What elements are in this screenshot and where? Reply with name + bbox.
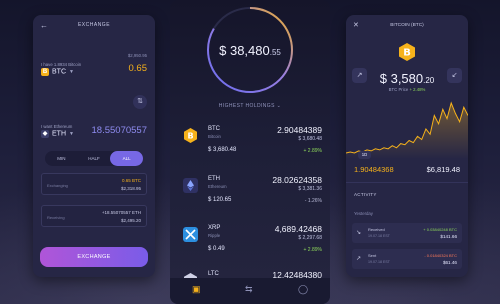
range-1d-button[interactable]: 1D: [358, 151, 371, 159]
holding-symbol: BTC: [208, 126, 220, 132]
exchange-header: ← EXCHANGE: [33, 15, 155, 37]
price-sub-label: BTC Price: [388, 87, 409, 92]
transaction-date: 19.07.18 EST: [368, 260, 390, 264]
option-all[interactable]: ALL: [110, 151, 144, 166]
option-half[interactable]: HALF: [78, 151, 111, 166]
holding-name: Bitcoin: [208, 134, 221, 139]
coin-detail-panel: ✕ BITCOIN (BTC) B ↗ ↙ $ 3,580.20 BTC Pri…: [346, 15, 468, 277]
have-currency-select[interactable]: B BTC ▼ 0.65: [41, 63, 147, 77]
detail-title: BITCOIN (BTC): [390, 23, 424, 28]
option-min[interactable]: MIN: [45, 151, 78, 166]
arrow-out-icon: ↗: [356, 256, 362, 262]
detail-header: ✕ BITCOIN (BTC): [346, 15, 468, 37]
have-row: I have 1.8934 Bitcoin $2,950.95: [41, 53, 147, 67]
have-symbol: BTC: [52, 68, 66, 76]
holdings-section-title: HIGHEST HOLDINGS: [218, 103, 275, 109]
want-symbol: ETH: [52, 130, 66, 138]
profile-icon[interactable]: ◯: [298, 284, 308, 295]
exchange-button[interactable]: EXCHANGE: [40, 247, 148, 267]
holding-symbol: ETH: [208, 176, 220, 182]
total-main: $ 38,480: [219, 43, 270, 58]
svg-text:B: B: [403, 48, 411, 59]
holding-change: - 1.26%: [304, 198, 322, 204]
holding-amount: 2.90484389: [277, 125, 322, 135]
holding-amount: 4,689.42468: [274, 224, 322, 234]
exchanging-label: Exchanging: [47, 183, 68, 188]
swap-icon[interactable]: ⇅: [133, 95, 147, 109]
holding-fiat: $ 3,680.48: [298, 136, 322, 142]
transaction-date: 19.07.18 EST: [368, 234, 390, 238]
receiving-value: +18.55070557 ETH: [101, 210, 141, 215]
transaction-row[interactable]: ↗ Sent 19.07.18 EST - 0.01840324 BTC $61…: [352, 249, 462, 269]
ripple-icon: [183, 227, 198, 242]
holding-row[interactable]: B BTC Bitcoin 2.90484389 $ 3,680.48 $ 3,…: [178, 123, 322, 159]
divider: [346, 182, 468, 183]
chevron-down-icon: ▼: [69, 68, 74, 75]
transaction-crypto: + 0.03840248 BTC: [423, 227, 457, 232]
exchanging-fiat: $2,318.95: [120, 186, 141, 191]
price-sub-change: + 2.48%: [409, 87, 426, 92]
holding-price: $ 3,680.48: [208, 147, 237, 153]
holding-fiat: $6,819.48: [426, 165, 460, 174]
activity-title: ACTIVITY: [354, 192, 377, 197]
holding-change: + 2.89%: [303, 148, 323, 154]
have-amount-input[interactable]: 0.65: [129, 63, 148, 74]
holdings-filter[interactable]: HIGHEST HOLDINGS ⌄: [170, 103, 330, 109]
coin-price: $ 3,580.20: [346, 71, 468, 86]
chevron-down-icon: ▼: [69, 130, 74, 137]
holding-symbol: XRP: [208, 225, 221, 231]
want-currency-select[interactable]: ◆ ETH ▼ 18.55070557: [41, 125, 147, 139]
ethereum-icon: ◆: [41, 129, 49, 138]
transaction-crypto: - 0.01840324 BTC: [424, 253, 457, 258]
price-main: $ 3,580: [379, 71, 424, 86]
price-subtitle: BTC Price + 2.48%: [346, 87, 468, 92]
transaction-name: Received: [368, 227, 385, 232]
svg-text:B: B: [187, 132, 193, 141]
holding-price: $ 0.49: [208, 246, 225, 252]
want-row: I want Ethereum: [41, 115, 147, 129]
transaction-row[interactable]: ↘ Received 19.07.18 EST + 0.03840248 BTC…: [352, 223, 462, 243]
exchanging-value: 0.65 BTC: [121, 178, 141, 183]
have-balance: $2,950.95: [127, 53, 147, 58]
holding-row[interactable]: ETH Ethereum 28.02624358 $ 3,381.36 $ 12…: [178, 173, 322, 209]
holding-name: Ripple: [208, 233, 221, 238]
wallet-icon[interactable]: ▣: [192, 284, 201, 295]
chevron-down-icon: ⌄: [276, 103, 282, 109]
exchange-title: EXCHANGE: [77, 22, 111, 28]
want-amount: 18.55070557: [91, 125, 147, 136]
exchanging-field: Exchanging 0.65 BTC $2,318.95: [41, 173, 147, 195]
bitcoin-icon: B: [184, 128, 197, 143]
holding-row[interactable]: XRP Ripple 4,689.42468 $ 2,297.68 $ 0.49…: [178, 222, 322, 258]
bitcoin-icon: B: [399, 43, 415, 61]
receiving-label: Receiving: [47, 215, 65, 220]
holding-amount: 1.90484368: [354, 165, 394, 174]
bitcoin-icon: B: [41, 67, 49, 76]
holding-name: Ethereum: [208, 184, 227, 189]
holding-fiat: $ 3,381.36: [298, 186, 322, 192]
holding-price: $ 120.65: [208, 197, 232, 203]
arrow-in-icon: ↘: [356, 230, 362, 236]
portfolio-total: $ 38,480.55: [170, 43, 330, 58]
holding-change: + 2.89%: [303, 247, 323, 253]
day-label: Yesterday: [354, 211, 373, 216]
amount-selector: MIN HALF ALL: [45, 151, 144, 166]
transaction-name: Sent: [368, 253, 377, 258]
ethereum-icon: [183, 178, 198, 193]
exchange-panel: ← EXCHANGE I have 1.8934 Bitcoin $2,950.…: [33, 15, 155, 277]
receiving-fiat: $2,495.20: [120, 218, 141, 223]
price-cents: .20: [423, 76, 435, 85]
transaction-fiat: $61.46: [442, 260, 457, 265]
total-cents: .55: [269, 48, 281, 57]
transfer-icon[interactable]: ⇆: [245, 284, 253, 295]
portfolio-panel: $ 38,480.55 HIGHEST HOLDINGS ⌄ B BTC Bit…: [170, 0, 330, 304]
holding-fiat: $ 2,297.68: [298, 235, 322, 241]
transaction-fiat: $141.66: [440, 234, 457, 239]
bottom-tab-bar: ▣ ⇆ ◯: [170, 278, 330, 304]
receiving-field: Receiving +18.55070557 ETH $2,495.20: [41, 205, 147, 227]
price-chart: [346, 101, 468, 159]
holding-symbol: LTC: [208, 271, 219, 277]
holding-amount: 28.02624358: [272, 175, 322, 185]
